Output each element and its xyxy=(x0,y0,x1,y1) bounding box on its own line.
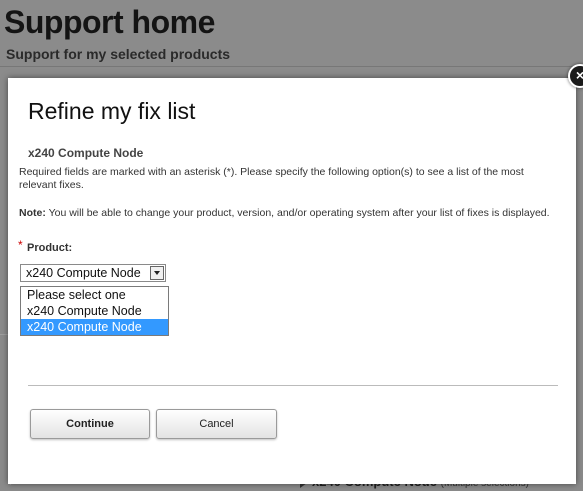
note-body: You will be able to change your product,… xyxy=(45,207,550,219)
note-label: Note: xyxy=(19,207,46,219)
product-heading: x240 Compute Node xyxy=(28,146,144,160)
product-dropdown-list: Please select one x240 Compute Node x240… xyxy=(20,286,169,336)
product-label: Product: xyxy=(27,242,73,254)
dropdown-option[interactable]: x240 Compute Node xyxy=(21,303,168,319)
page-subtitle: Support for my selected products xyxy=(6,46,231,62)
product-select[interactable]: x240 Compute Node xyxy=(20,264,166,282)
dropdown-option-highlighted[interactable]: x240 Compute Node xyxy=(21,319,168,335)
note-text: Note: You will be able to change your pr… xyxy=(19,207,564,220)
required-asterisk: * xyxy=(18,238,23,252)
refine-fix-list-dialog: Refine my fix list x240 Compute Node Req… xyxy=(8,78,576,484)
chevron-down-icon[interactable] xyxy=(150,266,164,280)
header-divider xyxy=(0,66,583,67)
dialog-title: Refine my fix list xyxy=(28,98,196,124)
product-select-value: x240 Compute Node xyxy=(26,266,141,280)
cancel-button[interactable]: Cancel xyxy=(156,409,277,439)
dialog-divider xyxy=(28,385,558,386)
page-title: Support home xyxy=(4,4,215,40)
dropdown-option[interactable]: Please select one xyxy=(21,287,168,303)
continue-button[interactable]: Continue xyxy=(30,409,150,439)
required-fields-help: Required fields are marked with an aster… xyxy=(19,166,524,191)
